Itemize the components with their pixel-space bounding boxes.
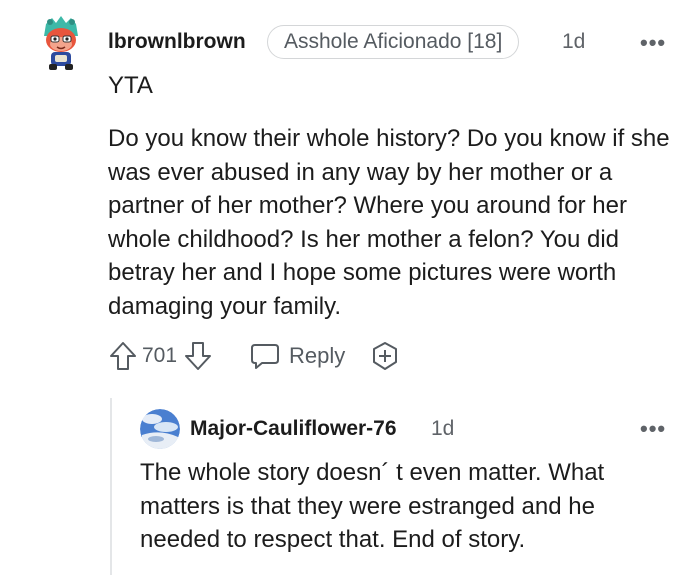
reply-label: Reply xyxy=(289,343,346,368)
comment-username[interactable]: lbrownlbrown xyxy=(108,30,246,54)
comment-action-bar: 701 Reply xyxy=(108,336,401,376)
reply-more-options-button[interactable]: ••• xyxy=(640,416,666,442)
reply-timestamp[interactable]: 1d xyxy=(431,417,454,441)
comment-icon xyxy=(249,341,281,371)
vote-count: 701 xyxy=(142,344,178,367)
user-flair: Asshole Aficionado [18] xyxy=(267,25,520,59)
reply-button[interactable]: Reply xyxy=(249,341,345,371)
thread-line[interactable] xyxy=(110,398,112,575)
more-options-button[interactable]: ••• xyxy=(640,30,666,56)
reply-avatar[interactable] xyxy=(140,409,180,449)
avatar[interactable] xyxy=(38,14,84,72)
comment-timestamp[interactable]: 1d xyxy=(562,30,585,54)
reply-username[interactable]: Major-Cauliflower-76 xyxy=(190,417,397,441)
reply-body: The whole story doesn´ t even matter. Wh… xyxy=(140,459,605,553)
award-button[interactable] xyxy=(369,340,401,372)
award-icon xyxy=(369,340,401,372)
comment-body: Do you know their whole history? Do you … xyxy=(108,125,670,320)
downvote-icon[interactable] xyxy=(183,340,213,372)
upvote-icon[interactable] xyxy=(108,340,138,372)
comment-short-text: YTA xyxy=(108,72,153,99)
